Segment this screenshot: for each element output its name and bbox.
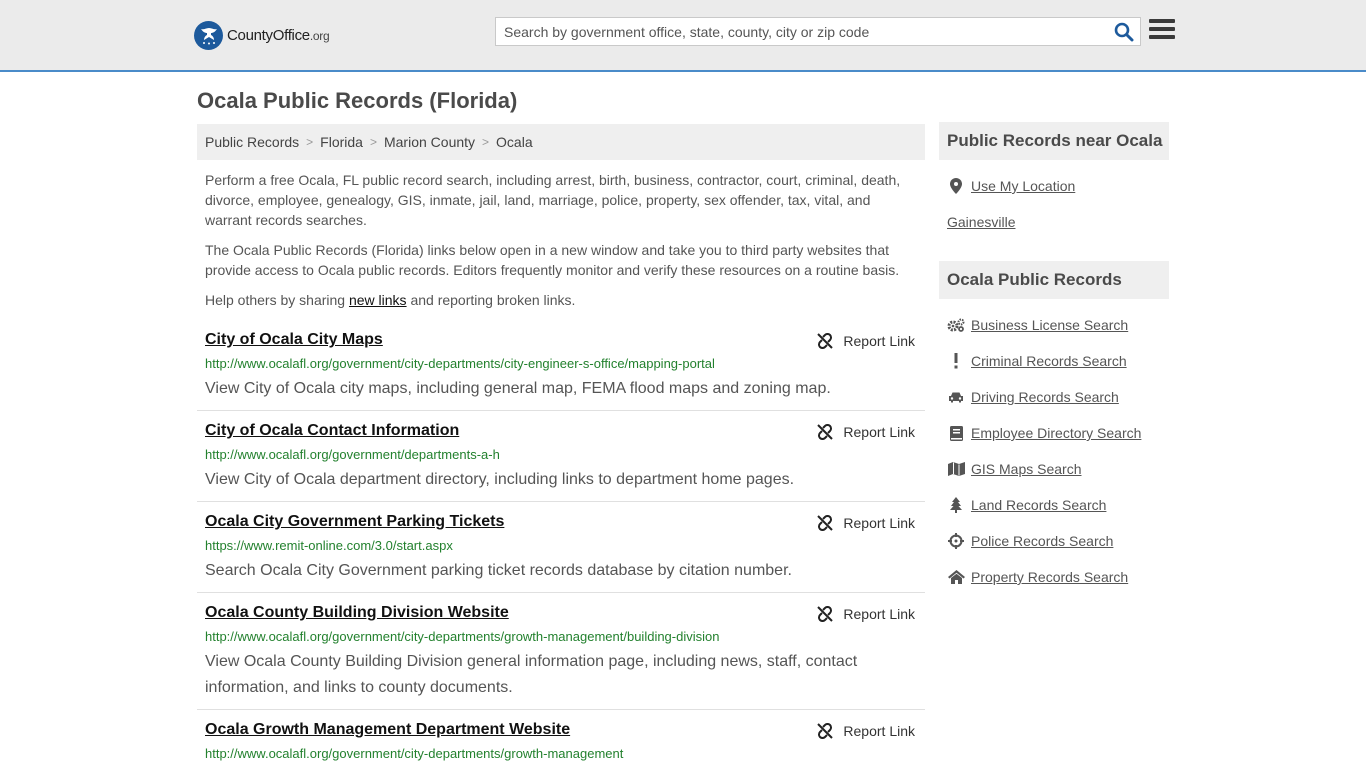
sidebar-records-title: Ocala Public Records <box>939 261 1169 299</box>
result-title-link[interactable]: Ocala City Government Parking Tickets <box>205 513 504 531</box>
intro-paragraph: Perform a free Ocala, FL public record s… <box>205 172 901 228</box>
breadcrumb-marion-county[interactable]: Marion County <box>384 134 475 150</box>
report-link-button[interactable]: Report Link <box>817 424 915 440</box>
result-url: http://www.ocalafl.org/government/city-d… <box>205 629 720 644</box>
page-title: Ocala Public Records (Florida) <box>197 88 518 113</box>
search-box <box>495 17 1141 46</box>
sidebar-near-title: Public Records near Ocala <box>939 122 1169 160</box>
use-my-location-label: Use My Location <box>971 178 1076 194</box>
search-input[interactable] <box>496 18 1106 45</box>
result-item: Ocala Growth Management Department Websi… <box>197 721 925 768</box>
sidebar-item-land-records[interactable]: Land Records Search <box>947 497 1106 513</box>
gears-icon <box>947 317 965 333</box>
crosshairs-icon <box>947 533 965 549</box>
sidebar-item-property-records[interactable]: Property Records Search <box>947 569 1128 585</box>
sidebar-item-label: Business License Search <box>971 317 1129 333</box>
result-title-link[interactable]: City of Ocala City Maps <box>205 331 383 349</box>
result-item: City of Ocala Contact Information Report… <box>197 422 925 502</box>
result-title-link[interactable]: Ocala County Building Division Website <box>205 604 509 622</box>
map-marker-icon <box>947 178 965 194</box>
share-paragraph: Help others by sharing new links and rep… <box>205 290 917 310</box>
sidebar-item-label: GIS Maps Search <box>971 461 1082 477</box>
broken-link-icon <box>817 723 834 739</box>
sidebar-item-criminal-records[interactable]: Criminal Records Search <box>947 353 1127 369</box>
eagle-logo-icon <box>194 20 223 50</box>
report-link-button[interactable]: Report Link <box>817 723 915 739</box>
result-description: Search Ocala City Government parking tic… <box>205 562 792 579</box>
result-item: City of Ocala City Maps Report Link http… <box>197 331 925 411</box>
sidebar-item-police-records[interactable]: Police Records Search <box>947 533 1113 549</box>
result-url: http://www.ocalafl.org/government/depart… <box>205 447 500 462</box>
breadcrumb-separator: > <box>482 135 490 149</box>
map-icon <box>947 461 965 477</box>
report-link-label: Report Link <box>843 333 915 349</box>
breadcrumb-separator: > <box>369 135 377 149</box>
result-url: http://www.ocalafl.org/government/city-d… <box>205 746 624 761</box>
sidebar-item-driving-records[interactable]: Driving Records Search <box>947 389 1119 405</box>
logo-wordmark: CountyOffice.org <box>227 26 330 44</box>
new-links-link[interactable]: new links <box>349 292 407 308</box>
sidebar-item-label: Property Records Search <box>971 569 1129 585</box>
exclamation-icon <box>947 353 965 369</box>
report-link-button[interactable]: Report Link <box>817 515 915 531</box>
report-link-button[interactable]: Report Link <box>817 606 915 622</box>
breadcrumb: Public Records > Florida > Marion County… <box>197 124 925 160</box>
near-city-link[interactable]: Gainesville <box>947 214 1015 230</box>
result-url: http://www.ocalafl.org/government/city-d… <box>205 356 715 371</box>
result-item: Ocala County Building Division Website R… <box>197 604 925 710</box>
disclaimer-paragraph: The Ocala Public Records (Florida) links… <box>205 242 900 278</box>
broken-link-icon <box>817 333 834 349</box>
sidebar-item-employee-directory[interactable]: Employee Directory Search <box>947 425 1141 441</box>
breadcrumb-public-records[interactable]: Public Records <box>205 134 299 150</box>
hamburger-menu-icon[interactable] <box>1149 19 1175 43</box>
report-link-button[interactable]: Report Link <box>817 333 915 349</box>
result-url: https://www.remit-online.com/3.0/start.a… <box>205 538 453 553</box>
breadcrumb-separator: > <box>306 135 314 149</box>
report-link-label: Report Link <box>843 723 915 739</box>
site-header: CountyOffice.org <box>0 0 1366 72</box>
use-my-location-link[interactable]: Use My Location <box>947 178 1075 194</box>
breadcrumb-florida[interactable]: Florida <box>320 134 363 150</box>
broken-link-icon <box>817 515 834 531</box>
broken-link-icon <box>817 606 834 622</box>
result-description: View Ocala County Building Division gene… <box>205 653 858 696</box>
sidebar-item-label: Criminal Records Search <box>971 353 1127 369</box>
report-link-label: Report Link <box>843 424 915 440</box>
sidebar-item-gis-maps[interactable]: GIS Maps Search <box>947 461 1082 477</box>
result-title-link[interactable]: Ocala Growth Management Department Websi… <box>205 721 570 739</box>
share-text: Help others by sharing <box>205 292 349 308</box>
sidebar-item-label: Driving Records Search <box>971 389 1119 405</box>
home-icon <box>947 569 965 585</box>
sidebar-item-business-license[interactable]: Business License Search <box>947 317 1128 333</box>
tree-icon <box>947 497 965 513</box>
result-item: Ocala City Government Parking Tickets Re… <box>197 513 925 593</box>
sidebar-item-label: Employee Directory Search <box>971 425 1142 441</box>
book-icon <box>947 425 965 441</box>
breadcrumb-ocala[interactable]: Ocala <box>496 134 533 150</box>
result-title-link[interactable]: City of Ocala Contact Information <box>205 422 459 440</box>
result-description: View City of Ocala department directory,… <box>205 471 795 488</box>
broken-link-icon <box>817 424 834 440</box>
report-link-label: Report Link <box>843 515 915 531</box>
result-description: View City of Ocala city maps, including … <box>205 380 831 397</box>
search-icon[interactable] <box>1114 22 1134 42</box>
share-text-end: and reporting broken links. <box>406 292 576 308</box>
site-logo[interactable]: CountyOffice.org <box>194 20 330 50</box>
report-link-label: Report Link <box>843 606 915 622</box>
sidebar-item-label: Land Records Search <box>971 497 1107 513</box>
sidebar-item-label: Police Records Search <box>971 533 1114 549</box>
car-icon <box>947 389 965 405</box>
